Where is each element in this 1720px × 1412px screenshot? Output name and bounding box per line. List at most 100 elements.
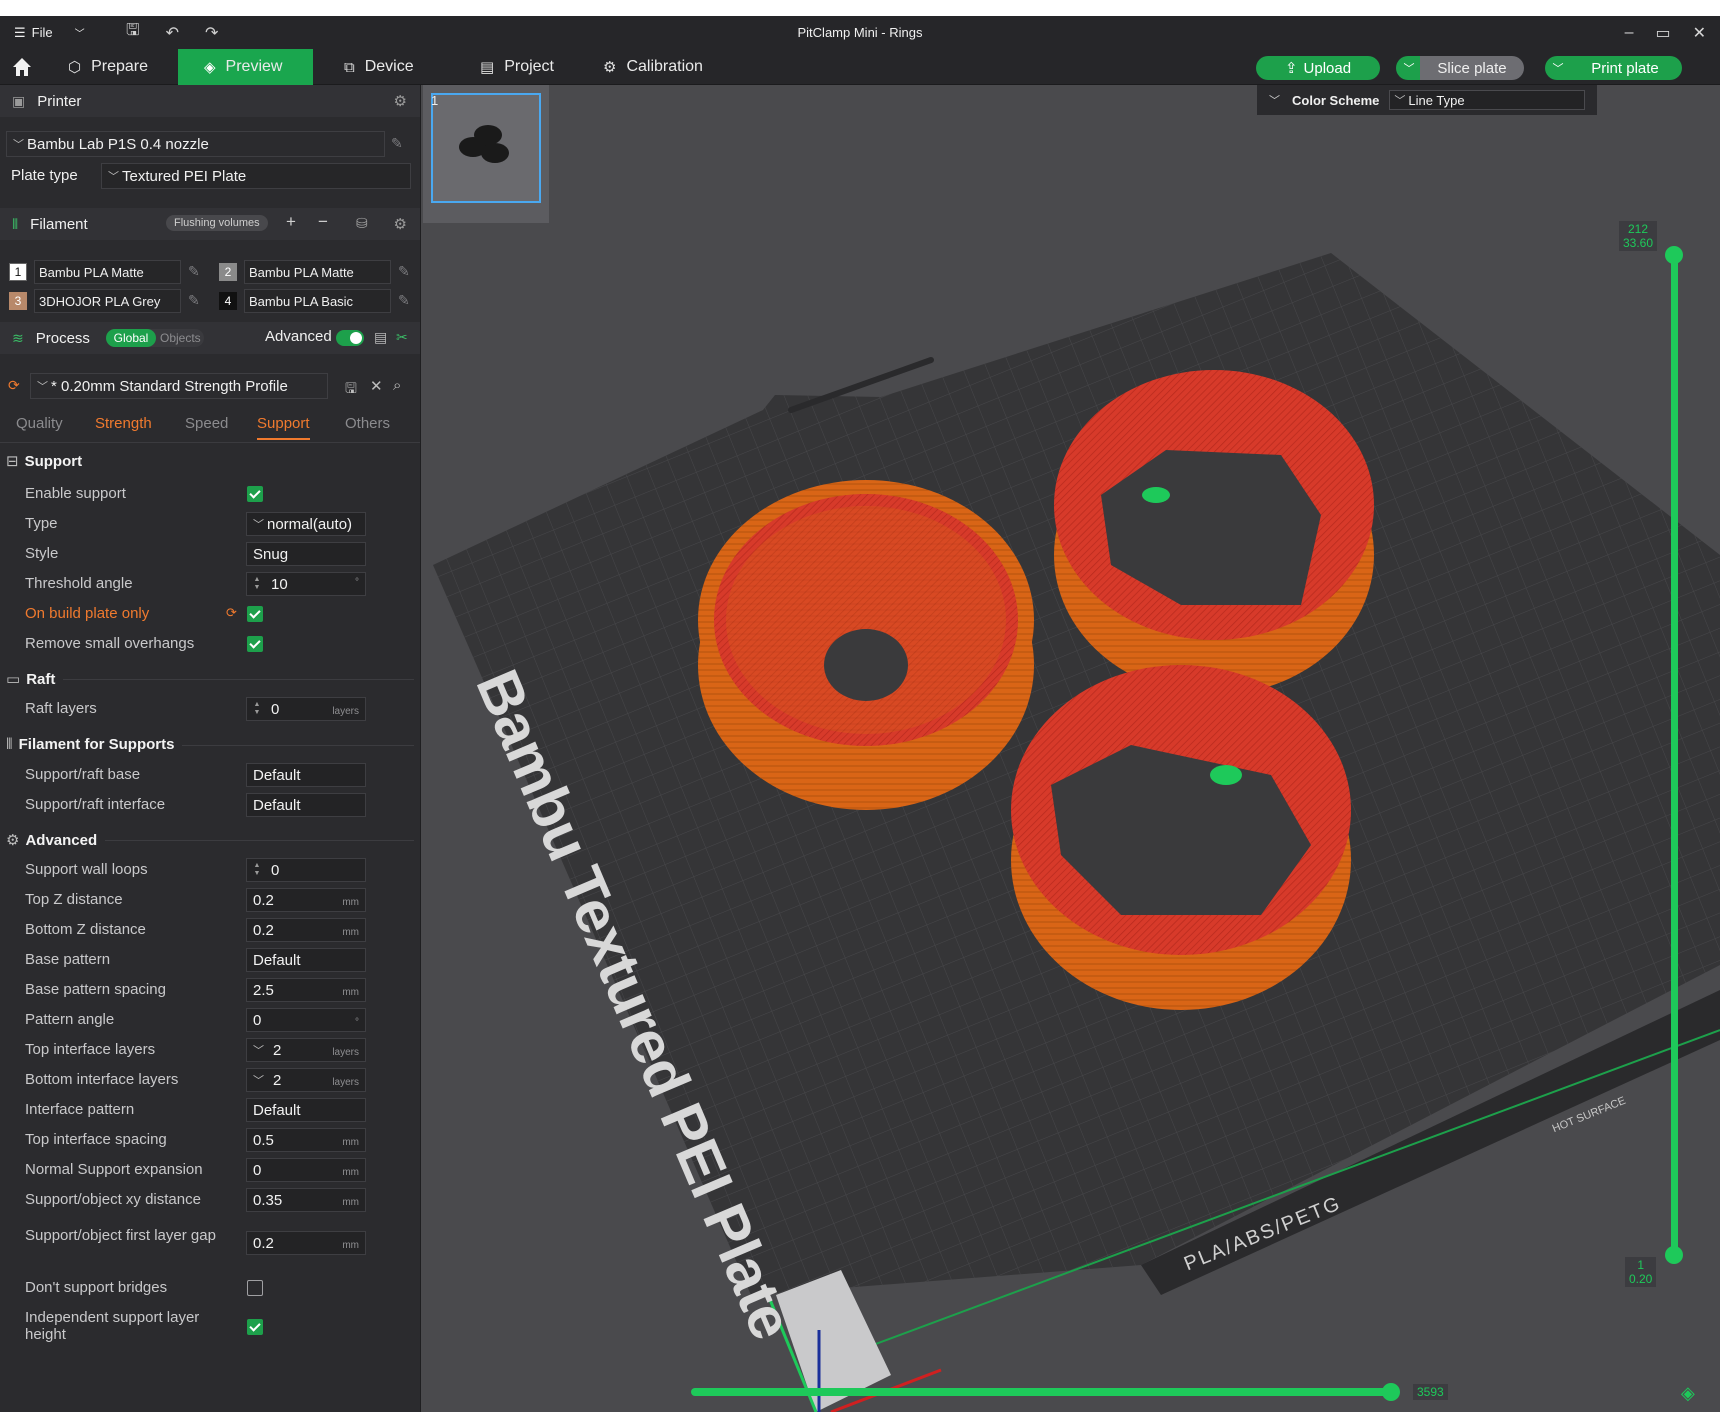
advanced-row-label: Top Z distance [25,891,123,908]
spinner-icon[interactable]: ▲ ▼ [249,701,265,717]
home-icon[interactable] [10,55,34,79]
advanced-row-input[interactable]: Default [246,1098,366,1122]
edit-icon[interactable]: ✎ [188,292,200,309]
edit-icon[interactable]: ✎ [398,263,410,280]
enable-support-checkbox[interactable] [247,486,263,502]
spinner-icon[interactable]: ▲ ▼ [249,576,265,592]
advanced-row-input[interactable]: ▲ ▼ 0 [246,858,366,882]
undo-icon[interactable]: ↶ [166,23,179,43]
threshold-angle-input[interactable]: ▲ ▼ 10 ° [246,572,366,596]
chevron-down-icon[interactable]: ﹀ [1269,92,1280,108]
edit-icon[interactable]: ✎ [391,135,403,152]
minus-icon[interactable]: − [318,212,328,232]
build-plate-only-label: On build plate only [25,605,150,622]
advanced-row-input[interactable]: 2.5 mm [246,978,366,1002]
save-icon[interactable]: 🖫 [345,378,357,402]
build-plate-only-checkbox[interactable] [247,606,263,622]
tab-device[interactable]: ⧉ Device [344,49,414,85]
filament-name-2[interactable]: Bambu PLA Matte [244,260,391,284]
tab-prepare[interactable]: ⬡ Prepare [68,49,148,85]
reset-icon[interactable]: ⟳ [226,605,237,621]
layer-slider-top-handle[interactable] [1665,246,1683,264]
support-style-label: Style [25,545,59,562]
reset-icon[interactable]: ⟳ [8,377,20,394]
flushing-volumes-button[interactable]: Flushing volumes [166,215,268,231]
advanced-toggle[interactable] [336,330,364,346]
file-menu[interactable]: ☰ File ﹀ [0,25,96,41]
plate-thumbnail[interactable]: 1 [423,85,549,223]
printer-preset-select[interactable]: ﹀ Bambu Lab P1S 0.4 nozzle [6,131,385,157]
list-icon[interactable]: ▤ [374,329,387,346]
print-plate-button[interactable]: Print plate [1568,56,1682,80]
layer-slider-track[interactable] [1671,255,1678,1255]
advanced-row-input[interactable]: 0.5 mm [246,1128,366,1152]
independent-layer-height-checkbox[interactable] [247,1319,263,1335]
support-style-select[interactable]: Snug [246,542,366,566]
advanced-row-input[interactable]: 0.2 mm [246,918,366,942]
advanced-row-input[interactable]: 0.35 mm [246,1188,366,1212]
move-slider-handle[interactable] [1382,1383,1400,1401]
raft-layers-input[interactable]: ▲ ▼ 0 layers [246,697,366,721]
search-icon[interactable]: ⌕ [393,377,401,394]
filament-name-4[interactable]: Bambu PLA Basic [244,289,391,313]
filament-slot-3[interactable]: 3 [9,292,27,310]
close-icon[interactable]: ✕ [1693,23,1706,43]
tab-strength[interactable]: Strength [95,415,152,432]
filament-slot-1[interactable]: 1 [9,263,27,281]
remove-small-overhangs-checkbox[interactable] [247,636,263,652]
plus-icon[interactable]: + [286,212,296,232]
support-base-select[interactable]: Default [246,763,366,787]
first-layer-gap-input[interactable]: 0.2 mm [246,1231,366,1255]
objects-option[interactable]: Objects [160,331,201,345]
tab-quality[interactable]: Quality [16,415,63,432]
support-interface-select[interactable]: Default [246,793,366,817]
tab-others[interactable]: Others [345,415,390,432]
support-type-select[interactable]: ﹀ normal(auto) [246,512,366,536]
filament-slot-2[interactable]: 2 [219,263,237,281]
spinner-icon[interactable]: ▲ ▼ [249,862,265,878]
filament-slot-4[interactable]: 4 [219,292,237,310]
compare-icon[interactable]: ✂ [396,329,408,346]
dont-support-bridges-checkbox[interactable] [247,1280,263,1296]
tab-label: Project [504,58,554,75]
filament-name-3[interactable]: 3DHOJOR PLA Grey [34,289,181,313]
process-profile-select[interactable]: ﹀ * 0.20mm Standard Strength Profile [30,373,328,399]
divider [6,679,414,680]
main-toolbar: ⬡ Prepare ◈ Preview ⧉ Device ▤ Project ⚙ Cali… [0,49,1720,85]
tab-project[interactable]: ▤ Project [480,49,554,85]
3d-viewport[interactable]: Bambu Textured PEI Plate PLA/ABS/PETG HO… [421,85,1720,1412]
group-title: Support [24,452,83,470]
edit-icon[interactable]: ✎ [398,292,410,309]
sync-filament-icon[interactable]: ⛁ [356,215,368,232]
slice-dropdown[interactable]: ﹀ [1396,56,1422,80]
layers-icon[interactable]: ◈ [1681,1383,1695,1404]
filament-name-1[interactable]: Bambu PLA Matte [34,260,181,284]
maximize-icon[interactable]: ▭ [1655,23,1670,43]
tab-preview[interactable]: ◈ Preview [178,49,313,85]
slice-plate-button[interactable]: Slice plate [1420,56,1524,80]
tab-calibration[interactable]: ⚙ Calibration [603,49,703,85]
gear-icon[interactable]: ⚙ [394,92,407,110]
advanced-row-value: 0.2 [253,921,274,939]
color-scheme-select[interactable]: ﹀ Line Type [1389,90,1586,110]
close-icon[interactable]: ✕ [370,377,383,395]
gear-icon[interactable]: ⚙ [394,215,407,233]
plate-type-select[interactable]: ﹀ Textured PEI Plate [101,163,411,189]
move-slider-track[interactable] [691,1388,1396,1396]
upload-button[interactable]: ⇪ Upload [1256,56,1380,80]
advanced-row-input[interactable]: 0 ° [246,1008,366,1032]
tab-speed[interactable]: Speed [185,415,228,432]
advanced-row-input[interactable]: Default [246,948,366,972]
minimize-icon[interactable]: – [1625,24,1634,42]
save-icon[interactable]: 🖫 [126,19,140,46]
plate-thumbnail-preview[interactable] [431,93,541,203]
layer-slider-bottom-handle[interactable] [1665,1246,1683,1264]
tab-support[interactable]: Support [257,415,310,440]
advanced-row-input[interactable]: 0 mm [246,1158,366,1182]
advanced-row-input[interactable]: ﹀ 2 layers [246,1068,366,1092]
advanced-row-input[interactable]: 0.2 mm [246,888,366,912]
advanced-row-input[interactable]: ﹀ 2 layers [246,1038,366,1062]
global-option[interactable]: Global [106,329,156,347]
edit-icon[interactable]: ✎ [188,263,200,280]
redo-icon[interactable]: ↷ [205,23,218,43]
